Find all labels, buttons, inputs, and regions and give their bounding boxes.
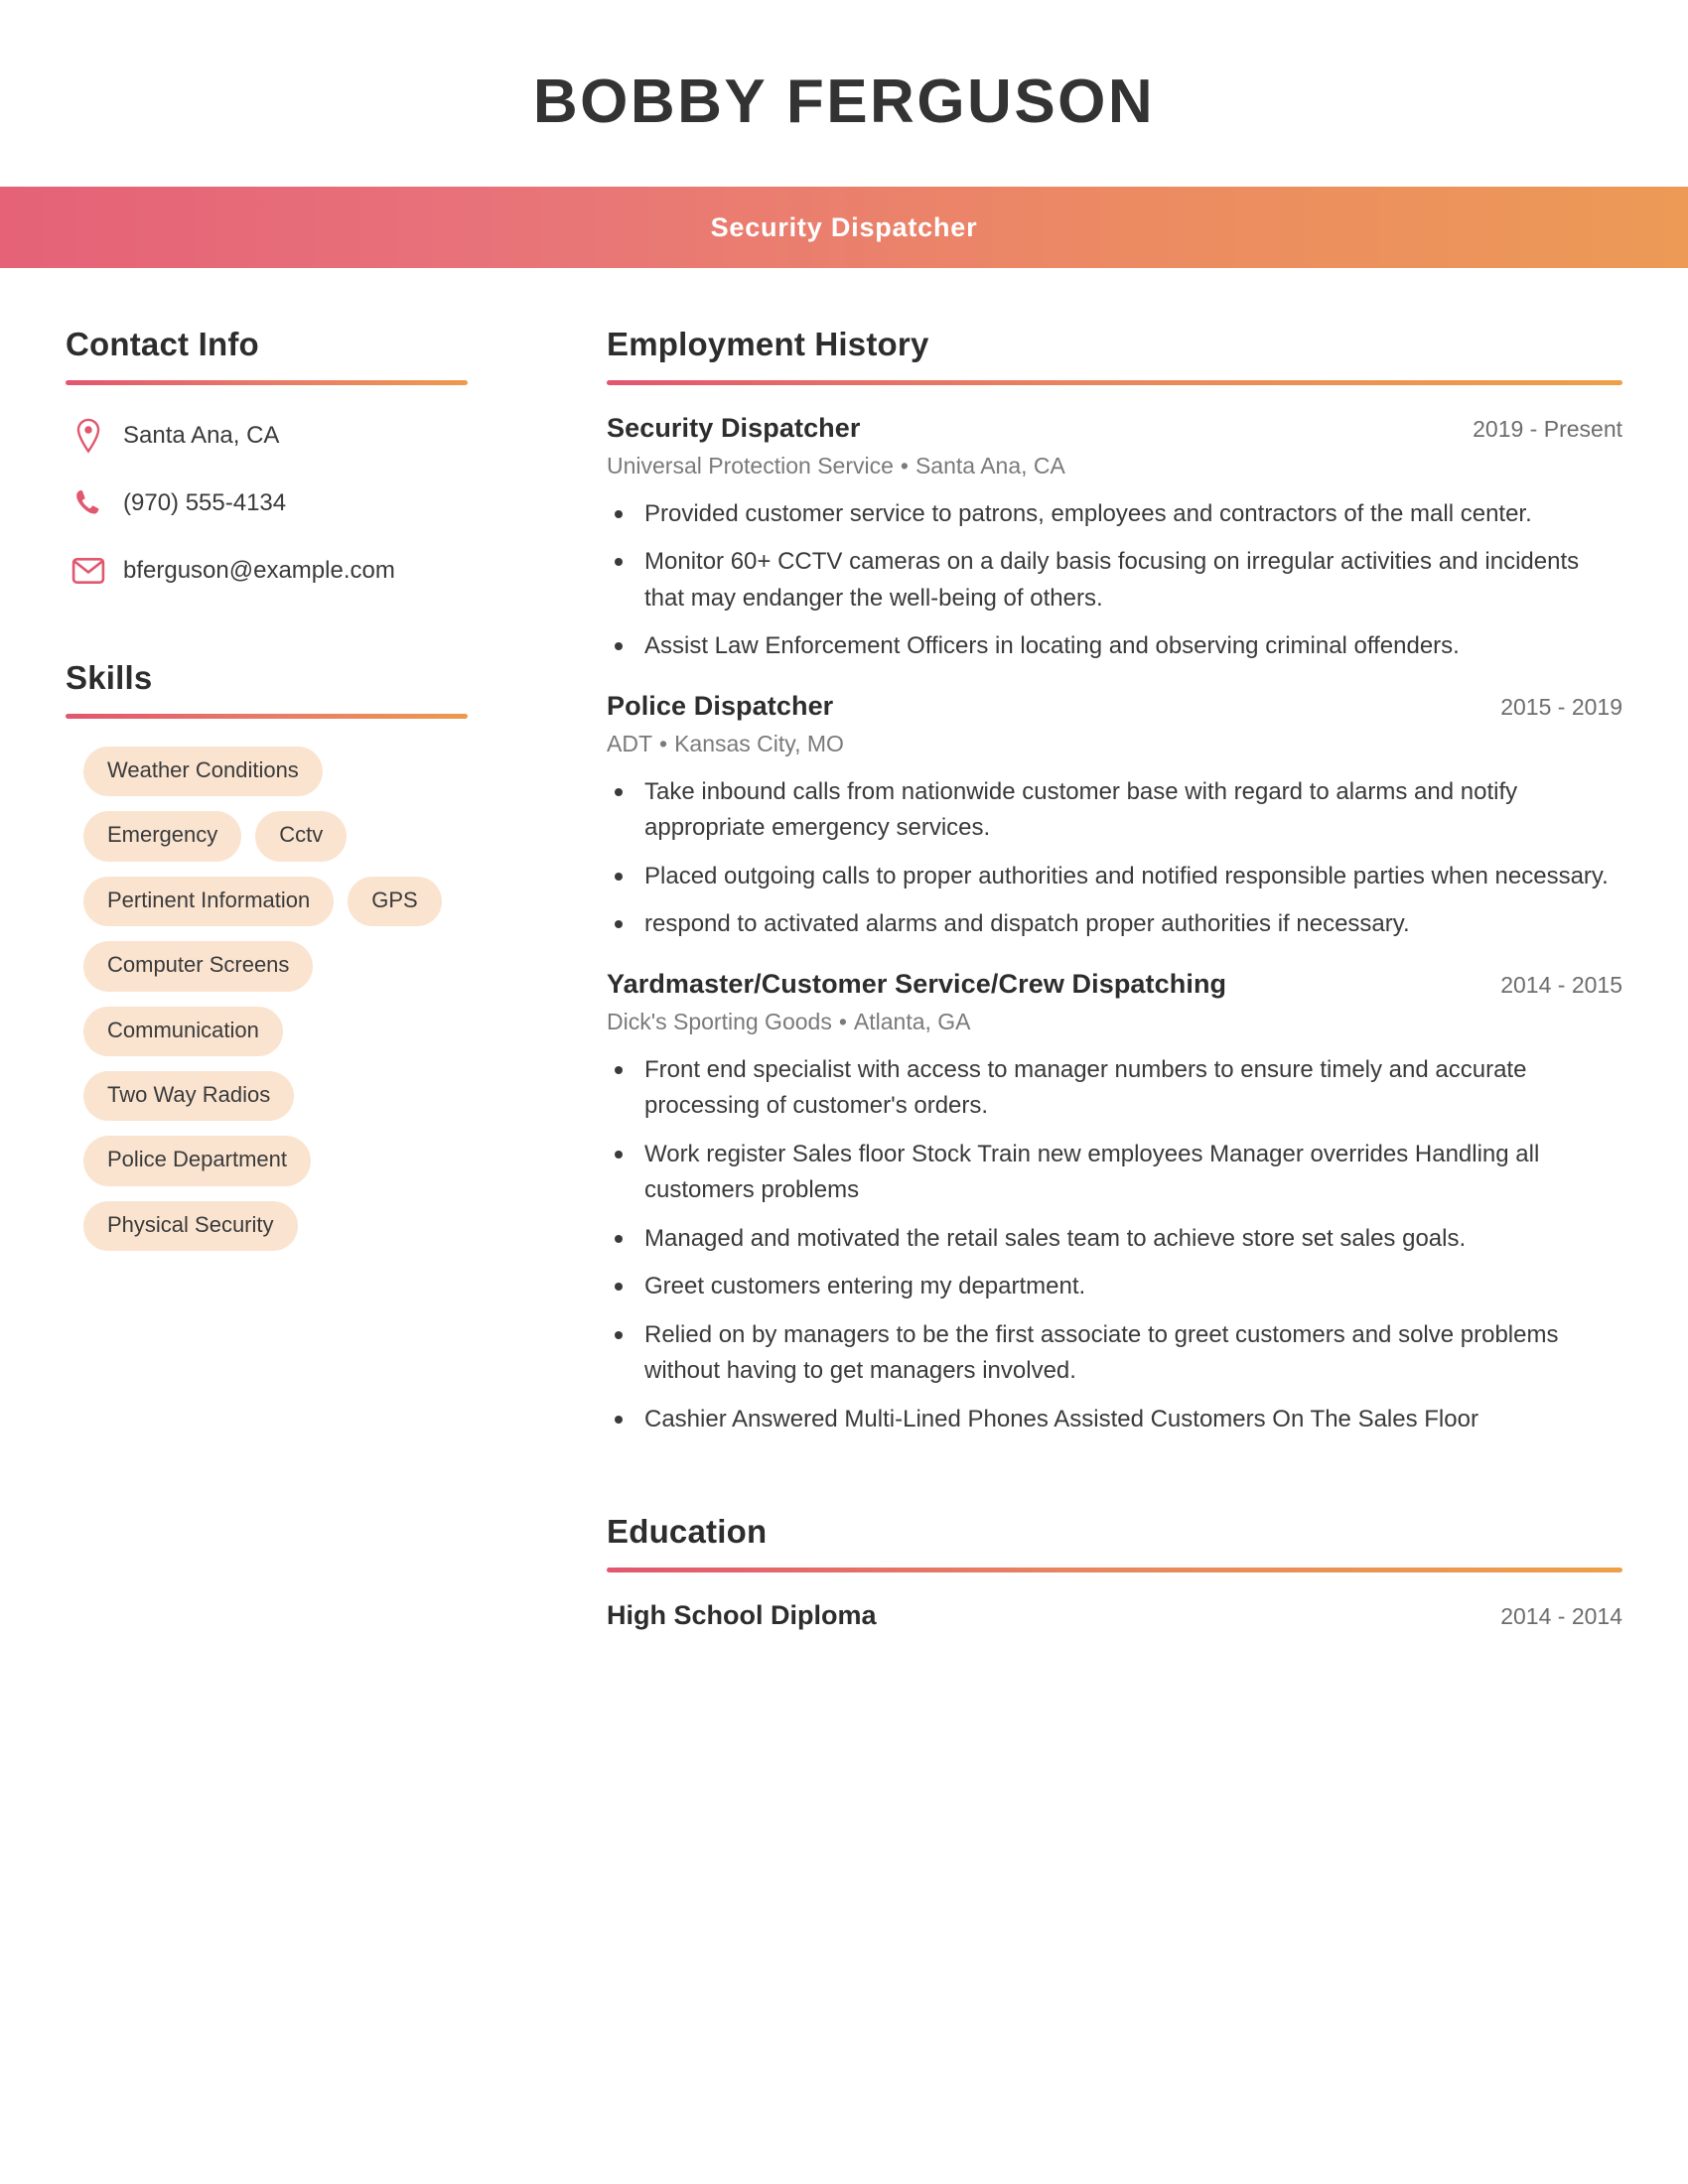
contact-info-divider <box>66 380 468 385</box>
skill-chip[interactable]: Weather Conditions <box>83 747 323 797</box>
skills-divider <box>66 714 468 719</box>
job-bullet: Managed and motivated the retail sales t… <box>607 1221 1622 1257</box>
job-company: Dick's Sporting Goods <box>607 1008 832 1034</box>
envelope-icon <box>66 557 111 585</box>
experience-entry-header: Police Dispatcher 2015 - 2019 <box>607 691 1622 722</box>
contact-location-value: Santa Ana, CA <box>123 422 280 450</box>
skill-chip[interactable]: Two Way Radios <box>83 1070 295 1122</box>
skill-chip[interactable]: Emergency <box>83 811 242 862</box>
job-bullet: Work register Sales floor Stock Train ne… <box>607 1137 1622 1209</box>
job-title-text: Security Dispatcher <box>710 211 978 242</box>
skill-chip[interactable]: Computer Screens <box>83 941 314 992</box>
page-title: BOBBY FERGUSON <box>532 68 1156 136</box>
experience-entry: Security Dispatcher 2019 - Present Unive… <box>607 413 1622 665</box>
skill-chip[interactable]: Pertinent Information <box>83 876 335 927</box>
job-meta: Universal Protection Service • Santa Ana, … <box>607 453 1622 479</box>
experience-entry-header: Security Dispatcher 2019 - Present <box>607 413 1622 444</box>
job-role: Police Dispatcher <box>607 690 834 721</box>
job-location: Santa Ana, CA <box>914 453 1065 478</box>
education-entry: High School Diploma 2014 - 2014 <box>607 1600 1622 1631</box>
skill-chip[interactable]: Cctv <box>255 811 348 862</box>
job-bullet: Assist Law Enforcement Officers in locat… <box>607 628 1622 664</box>
job-title-band: Security Dispatcher <box>0 187 1688 268</box>
education-heading: Education <box>607 1512 768 1550</box>
resume-header: BOBBY FERGUSON <box>0 0 1688 187</box>
experience-entry: Yardmaster/Customer Service/Crew Dispatc… <box>607 969 1622 1437</box>
skill-chip[interactable]: GPS <box>348 876 442 927</box>
skills-heading: Skills <box>66 659 153 696</box>
resume-body: Contact Info Santa Ana, CA (970) 555-413… <box>0 268 1688 1631</box>
contact-item-phone[interactable]: (970) 555-4134 <box>66 480 468 526</box>
contact-item-email[interactable]: bferguson@example.com <box>66 548 468 594</box>
job-bullet-list: Provided customer service to patrons, em… <box>607 496 1622 665</box>
skill-chip[interactable]: Communication <box>83 1006 283 1056</box>
skill-chip[interactable]: Police Department <box>83 1136 311 1186</box>
meta-separator: • <box>659 730 668 756</box>
job-bullet: Relied on by managers to be the first as… <box>607 1317 1622 1390</box>
job-role: Yardmaster/Customer Service/Crew Dispatc… <box>607 968 1227 999</box>
job-location: Kansas City, MO <box>674 730 844 756</box>
job-bullet: respond to activated alarms and dispatch… <box>607 906 1622 942</box>
employment-history-heading: Employment History <box>607 326 929 362</box>
meta-separator: • <box>900 453 909 478</box>
job-bullet: Cashier Answered Multi-Lined Phones Assi… <box>607 1402 1622 1437</box>
contact-info-section: Contact Info Santa Ana, CA (970) 555-413… <box>66 326 468 594</box>
contact-info-heading: Contact Info <box>66 326 259 362</box>
sidebar: Contact Info Santa Ana, CA (970) 555-413… <box>66 326 527 1252</box>
job-bullet: Front end specialist with access to mana… <box>607 1052 1622 1125</box>
education-dates: 2014 - 2014 <box>1500 1602 1622 1629</box>
job-meta: Dick's Sporting Goods • Atlanta, GA <box>607 1009 1622 1035</box>
job-company: ADT <box>607 730 652 756</box>
education-degree: High School Diploma <box>607 1599 877 1630</box>
job-company: Universal Protection Service <box>607 453 894 478</box>
job-dates: 2014 - 2015 <box>1500 971 1622 998</box>
education-divider <box>607 1567 1622 1572</box>
phone-icon <box>66 487 111 519</box>
contact-item-location[interactable]: Santa Ana, CA <box>66 413 468 459</box>
job-dates: 2019 - Present <box>1473 416 1622 442</box>
contact-phone-value: (970) 555-4134 <box>123 489 287 517</box>
meta-separator: • <box>838 1008 847 1034</box>
job-bullet: Greet customers entering my department. <box>607 1269 1622 1304</box>
skills-section: Skills Weather Conditions Emergency Cctv… <box>66 659 468 1252</box>
job-location: Atlanta, GA <box>853 1008 971 1034</box>
employment-history-divider <box>607 380 1622 385</box>
job-bullet: Placed outgoing calls to proper authorit… <box>607 859 1622 894</box>
skill-chip[interactable]: Physical Security <box>83 1200 298 1252</box>
job-bullet: Provided customer service to patrons, em… <box>607 496 1622 532</box>
experience-entry: Police Dispatcher 2015 - 2019 ADT • Kansas… <box>607 691 1622 943</box>
experience-entry-header: Yardmaster/Customer Service/Crew Dispatc… <box>607 969 1622 1000</box>
job-meta: ADT • Kansas City, MO <box>607 731 1622 757</box>
contact-list: Santa Ana, CA (970) 555-4134 bferguson@e… <box>66 413 468 594</box>
location-pin-icon <box>66 418 111 454</box>
job-dates: 2015 - 2019 <box>1500 693 1622 720</box>
job-bullet: Monitor 60+ CCTV cameras on a daily basi… <box>607 544 1622 616</box>
skills-list: Weather Conditions Emergency Cctv Pertin… <box>66 747 468 1252</box>
job-role: Security Dispatcher <box>607 413 861 443</box>
job-bullet-list: Take inbound calls from nationwide custo… <box>607 774 1622 943</box>
employment-history-section: Employment History Security Dispatcher 2… <box>607 326 1622 1437</box>
job-bullet: Take inbound calls from nationwide custo… <box>607 774 1622 847</box>
education-section: Education High School Diploma 2014 - 201… <box>607 1513 1622 1631</box>
contact-email-value: bferguson@example.com <box>123 557 395 585</box>
job-bullet-list: Front end specialist with access to mana… <box>607 1052 1622 1437</box>
main-content: Employment History Security Dispatcher 2… <box>527 326 1622 1631</box>
